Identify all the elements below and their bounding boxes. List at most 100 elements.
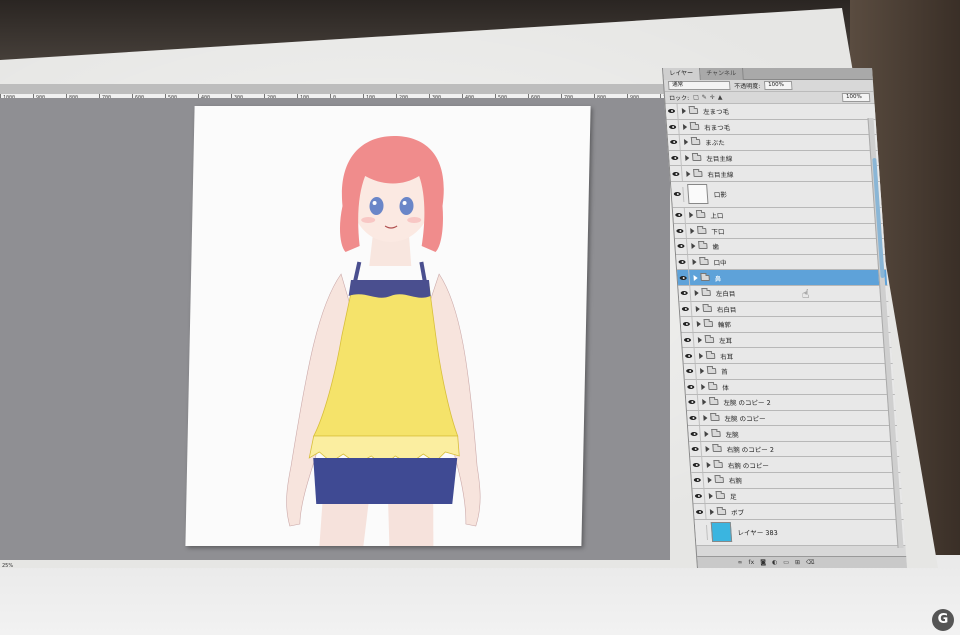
expand-arrow-icon[interactable] [686, 170, 691, 177]
layer-row[interactable]: 右耳 [682, 348, 893, 364]
layer-row[interactable]: 首 [683, 363, 894, 380]
visibility-toggle[interactable] [678, 285, 692, 301]
layer-row[interactable]: 右腕 のコピー [690, 457, 901, 474]
layer-row[interactable]: レイヤー 383 [694, 519, 906, 546]
expand-arrow-icon[interactable] [703, 414, 708, 421]
layer-row[interactable]: 左腕 のコピー 2 [685, 394, 896, 411]
visibility-toggle[interactable] [684, 379, 698, 395]
document-canvas[interactable] [185, 106, 591, 546]
expand-arrow-icon[interactable] [692, 259, 697, 266]
mask-icon[interactable]: ◙ [760, 559, 766, 566]
layer-row[interactable]: 左腕 [688, 426, 899, 442]
expand-arrow-icon[interactable] [690, 227, 695, 234]
layer-row[interactable]: 体 [684, 379, 895, 396]
layer-row[interactable]: 左まつ毛 [665, 103, 876, 120]
opacity-field[interactable]: 100% [763, 81, 793, 90]
blend-mode-select[interactable]: 通常 [667, 81, 731, 90]
link-layers-icon[interactable]: ∞ [737, 559, 742, 566]
visibility-toggle[interactable] [691, 472, 705, 488]
expand-arrow-icon[interactable] [709, 508, 715, 515]
expand-arrow-icon[interactable] [696, 321, 702, 328]
layer-row[interactable]: 口影 [670, 181, 882, 208]
layer-row[interactable]: 右まつ毛 [666, 119, 877, 136]
expand-arrow-icon[interactable] [704, 430, 709, 437]
lock-all-icon[interactable]: ▲ [718, 94, 723, 101]
expand-arrow-icon[interactable] [697, 337, 703, 344]
visibility-toggle[interactable] [668, 150, 682, 166]
lock-row: ロック: □ ✎ ✛ ▲ 100% [664, 92, 875, 104]
expand-arrow-icon[interactable] [701, 383, 706, 390]
visibility-toggle[interactable] [682, 348, 696, 364]
trash-icon[interactable]: ⌫ [806, 559, 815, 566]
new-group-icon[interactable]: ▭ [783, 559, 789, 566]
tab-channels[interactable]: チャンネル [699, 67, 744, 80]
lock-transparent-icon[interactable]: □ [693, 94, 699, 101]
layer-row[interactable]: 左腕 のコピー [686, 410, 898, 427]
expand-arrow-icon[interactable] [695, 305, 701, 312]
layer-row[interactable]: 左白目 [678, 285, 889, 302]
layer-row[interactable]: ボブ [693, 504, 904, 520]
layer-row[interactable]: 上口 [672, 207, 883, 224]
visibility-toggle[interactable] [672, 207, 686, 223]
visibility-toggle[interactable] [683, 363, 697, 379]
layer-row[interactable]: 輪郭 [680, 316, 891, 333]
layer-row[interactable]: 下口 [673, 223, 884, 240]
expand-arrow-icon[interactable] [681, 108, 687, 115]
layer-row[interactable]: 鼻 [677, 270, 888, 286]
visibility-toggle[interactable] [669, 166, 683, 182]
layer-row[interactable]: 左目主線 [668, 150, 879, 167]
expand-arrow-icon[interactable] [702, 399, 707, 406]
layer-row[interactable]: 歯 [674, 238, 886, 255]
visibility-toggle[interactable] [689, 441, 703, 457]
expand-arrow-icon[interactable] [699, 368, 705, 375]
layer-row[interactable]: 足 [692, 488, 903, 505]
expand-arrow-icon[interactable] [683, 139, 689, 146]
layers-panel[interactable]: レイヤー チャンネル 通常 不透明度: 100% ロック: □ ✎ ✛ ▲ 10… [662, 67, 907, 568]
layer-row[interactable]: 右腕 のコピー 2 [689, 441, 900, 458]
visibility-toggle[interactable] [677, 270, 691, 286]
visibility-toggle[interactable] [666, 119, 680, 135]
layer-row[interactable]: まぶた [667, 134, 878, 151]
lock-position-icon[interactable]: ✛ [710, 94, 716, 101]
fill-field[interactable]: 100% [841, 93, 871, 102]
visibility-toggle[interactable] [680, 316, 694, 332]
expand-arrow-icon[interactable] [689, 212, 694, 219]
visibility-toggle[interactable] [688, 426, 702, 442]
layer-name: 右まつ毛 [703, 123, 731, 132]
visibility-toggle[interactable] [685, 394, 699, 410]
layer-row[interactable]: 右白目 [679, 301, 890, 318]
visibility-toggle[interactable] [681, 332, 695, 348]
visibility-toggle[interactable] [674, 238, 689, 254]
expand-arrow-icon[interactable] [705, 446, 710, 453]
layer-name: 鼻 [714, 274, 722, 283]
expand-arrow-icon[interactable] [685, 155, 690, 162]
visibility-toggle[interactable] [692, 488, 706, 504]
visibility-toggle[interactable] [673, 223, 687, 239]
layer-row[interactable]: 口中 [676, 254, 887, 271]
visibility-toggle[interactable] [671, 186, 685, 202]
expand-arrow-icon[interactable] [691, 243, 696, 250]
visibility-toggle[interactable] [665, 103, 679, 119]
visibility-toggle[interactable] [690, 457, 704, 473]
layer-row[interactable]: 右目主線 [669, 166, 880, 182]
expand-arrow-icon[interactable] [706, 461, 711, 468]
expand-arrow-icon[interactable] [694, 290, 699, 297]
expand-arrow-icon[interactable] [693, 274, 698, 281]
adjustment-icon[interactable]: ◐ [772, 559, 778, 566]
lock-image-icon[interactable]: ✎ [702, 94, 708, 101]
tab-layers[interactable]: レイヤー [662, 67, 701, 80]
visibility-toggle[interactable] [694, 524, 708, 540]
layer-style-icon[interactable]: fx [748, 559, 754, 566]
expand-arrow-icon[interactable] [708, 492, 714, 499]
expand-arrow-icon[interactable] [682, 123, 688, 130]
expand-arrow-icon[interactable] [707, 477, 713, 484]
layer-row[interactable]: 右腕 [691, 472, 902, 489]
visibility-toggle[interactable] [679, 301, 693, 317]
expand-arrow-icon[interactable] [698, 352, 704, 359]
visibility-toggle[interactable] [667, 134, 681, 150]
new-layer-icon[interactable]: ⊞ [795, 559, 801, 566]
visibility-toggle[interactable] [693, 504, 707, 520]
visibility-toggle[interactable] [686, 410, 700, 426]
layer-row[interactable]: 左耳 [681, 332, 892, 349]
visibility-toggle[interactable] [676, 254, 690, 270]
